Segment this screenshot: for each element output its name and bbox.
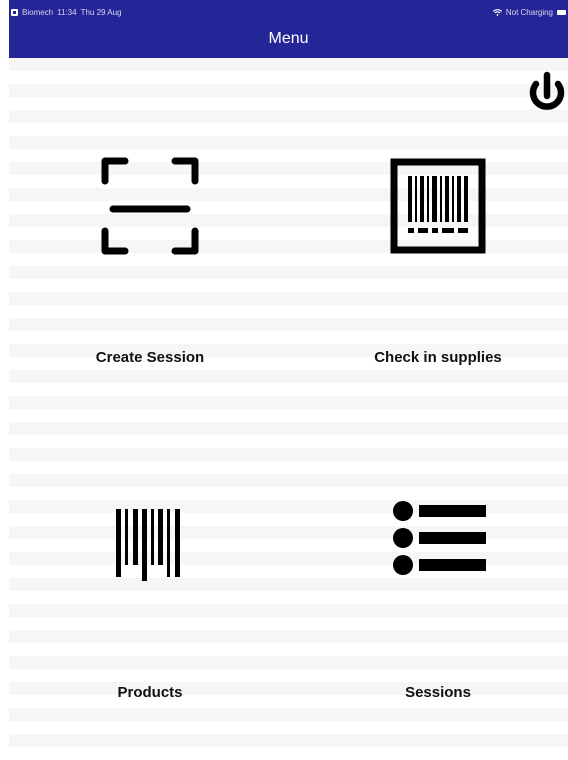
list-icon (393, 501, 486, 575)
check-in-supplies-tile[interactable]: Check in supplies (303, 150, 568, 370)
create-session-tile[interactable]: Create Session (15, 150, 285, 370)
create-session-label: Create Session (95, 349, 205, 366)
charging-status: Not Charging (505, 8, 553, 17)
app-header: Biomech 11:34 Thu 29 Aug Not Charging Me… (9, 0, 568, 58)
status-left: Biomech 11:34 Thu 29 Aug (11, 8, 121, 17)
status-bar: Biomech 11:34 Thu 29 Aug Not Charging (9, 0, 568, 20)
barcode-icon (116, 509, 180, 581)
check-in-supplies-label: Check in supplies (374, 349, 502, 366)
sessions-tile[interactable]: Sessions (303, 495, 568, 710)
status-app-name: Biomech (22, 8, 54, 17)
status-time: 11:34 (57, 8, 77, 17)
wifi-icon (492, 9, 502, 16)
status-date: Thu 29 Aug (80, 8, 122, 17)
page-title: Menu (268, 30, 309, 47)
power-icon (529, 71, 565, 110)
power-button[interactable] (526, 70, 568, 116)
products-tile[interactable]: Products (15, 495, 285, 710)
framed-barcode-icon (390, 158, 486, 254)
sessions-label: Sessions (405, 684, 471, 701)
battery-icon (557, 10, 566, 15)
app-badge-icon (11, 9, 18, 16)
status-right: Not Charging (492, 8, 566, 17)
products-label: Products (117, 684, 183, 701)
scan-frame-icon (101, 157, 199, 255)
